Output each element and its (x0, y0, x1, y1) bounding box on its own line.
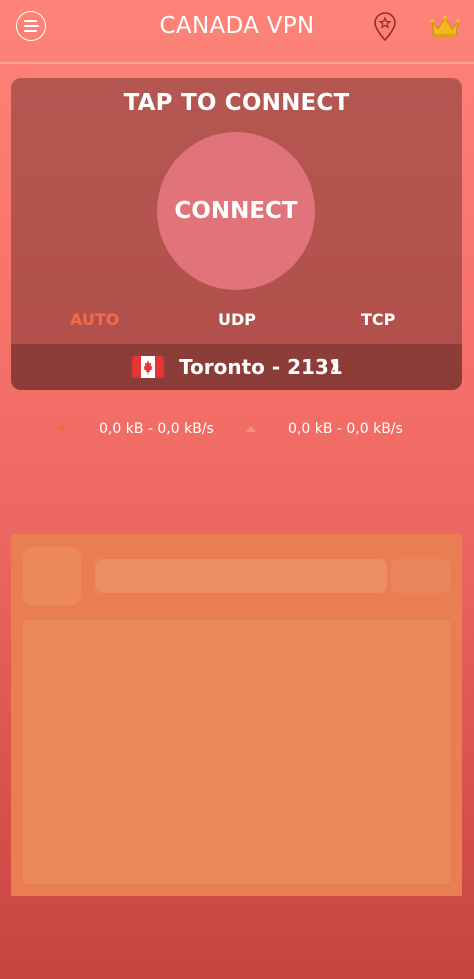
download-stats: 0,0 kB - 0,0 kB/s (99, 421, 214, 437)
tap-to-connect-label: TAP TO CONNECT (123, 90, 350, 116)
ad-placeholder[interactable] (11, 534, 462, 896)
app-title: CANADA VPN (159, 13, 315, 39)
ad-title-placeholder (95, 559, 387, 593)
ad-action-placeholder (391, 559, 451, 593)
crown-icon[interactable] (430, 15, 460, 39)
protocol-tcp[interactable]: TCP (361, 310, 395, 329)
download-arrow-icon (57, 426, 67, 432)
protocol-auto[interactable]: AUTO (70, 310, 119, 329)
connect-button[interactable]: CONNECT (157, 132, 315, 290)
upload-arrow-icon (246, 426, 256, 432)
location-pin-icon[interactable] (372, 12, 398, 42)
ad-image-placeholder (23, 547, 81, 605)
top-bar: CANADA VPN (0, 0, 474, 62)
chevron-right-icon (331, 360, 339, 372)
connection-card: TAP TO CONNECT CONNECT AUTO UDP TCP Toro… (11, 78, 462, 390)
server-name: Toronto - 2131 (179, 355, 343, 379)
ad-content-placeholder (23, 620, 450, 884)
connect-button-label: CONNECT (174, 198, 298, 224)
canada-flag-icon (132, 356, 164, 378)
server-selector[interactable]: Toronto - 2131 (11, 344, 462, 390)
header-divider (0, 62, 474, 64)
upload-stats: 0,0 kB - 0,0 kB/s (288, 421, 403, 437)
protocol-udp[interactable]: UDP (218, 310, 256, 329)
